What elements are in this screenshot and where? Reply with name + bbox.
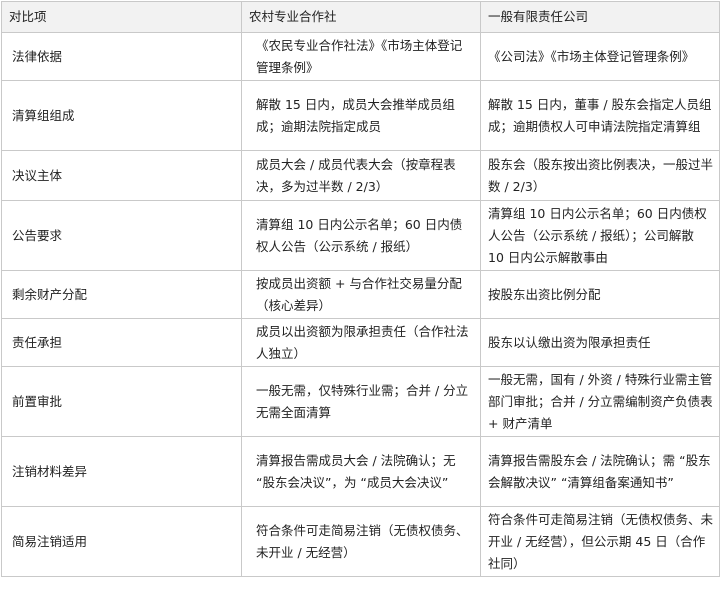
row-item: 简易注销适用 <box>1 506 242 577</box>
row-company: 按股东出资比例分配 <box>480 270 720 319</box>
row-coop: 按成员出资额 + 与合作社交易量分配（核心差异） <box>241 270 481 319</box>
comparison-table: 对比项 农村专业合作社 一般有限责任公司 法律依据 《农民专业合作社法》《市场主… <box>1 1 720 577</box>
row-company: 股东会（股东按出资比例表决，一般过半数 / 2/3） <box>480 150 720 201</box>
row-item: 决议主体 <box>1 150 242 201</box>
row-company: 清算报告需股东会 / 法院确认；需 “股东会解散决议” “清算组备案通知书” <box>480 436 720 507</box>
row-company: 符合条件可走简易注销（无债权债务、未开业 / 无经营），但公示期 45 日（合作… <box>480 506 720 577</box>
row-company: 股东以认缴出资为限承担责任 <box>480 318 720 367</box>
header-company: 一般有限责任公司 <box>480 1 720 33</box>
row-coop: 《农民专业合作社法》《市场主体登记管理条例》 <box>241 32 481 81</box>
row-coop: 清算报告需成员大会 / 法院确认；无 “股东会决议”，为 “成员大会决议” <box>241 436 481 507</box>
row-item: 清算组组成 <box>1 80 242 151</box>
header-item: 对比项 <box>1 1 242 33</box>
row-item: 责任承担 <box>1 318 242 367</box>
row-item: 剩余财产分配 <box>1 270 242 319</box>
row-item: 注销材料差异 <box>1 436 242 507</box>
table-row: 简易注销适用 符合条件可走简易注销（无债权债务、未开业 / 无经营） 符合条件可… <box>1 506 720 577</box>
table-row: 前置审批 一般无需，仅特殊行业需；合并 / 分立无需全面清算 一般无需，国有 /… <box>1 366 720 437</box>
row-coop: 符合条件可走简易注销（无债权债务、未开业 / 无经营） <box>241 506 481 577</box>
table-row: 注销材料差异 清算报告需成员大会 / 法院确认；无 “股东会决议”，为 “成员大… <box>1 436 720 507</box>
row-coop: 解散 15 日内，成员大会推举成员组成；逾期法院指定成员 <box>241 80 481 151</box>
table-row: 法律依据 《农民专业合作社法》《市场主体登记管理条例》 《公司法》《市场主体登记… <box>1 32 720 81</box>
row-company: 《公司法》《市场主体登记管理条例》 <box>480 32 720 81</box>
table-row: 责任承担 成员以出资额为限承担责任（合作社法人独立） 股东以认缴出资为限承担责任 <box>1 318 720 367</box>
table-row: 剩余财产分配 按成员出资额 + 与合作社交易量分配（核心差异） 按股东出资比例分… <box>1 270 720 319</box>
table-row: 清算组组成 解散 15 日内，成员大会推举成员组成；逾期法院指定成员 解散 15… <box>1 80 720 151</box>
row-item: 法律依据 <box>1 32 242 81</box>
header-row: 对比项 农村专业合作社 一般有限责任公司 <box>1 1 720 33</box>
row-company: 清算组 10 日内公示名单；60 日内债权人公告（公示系统 / 报纸）；公司解散… <box>480 200 720 271</box>
row-coop: 一般无需，仅特殊行业需；合并 / 分立无需全面清算 <box>241 366 481 437</box>
row-coop: 清算组 10 日内公示名单；60 日内债权人公告（公示系统 / 报纸） <box>241 200 481 271</box>
row-company: 解散 15 日内，董事 / 股东会指定人员组成；逾期债权人可申请法院指定清算组 <box>480 80 720 151</box>
row-company: 一般无需，国有 / 外资 / 特殊行业需主管部门审批；合并 / 分立需编制资产负… <box>480 366 720 437</box>
row-item: 公告要求 <box>1 200 242 271</box>
header-coop: 农村专业合作社 <box>241 1 481 33</box>
table-row: 决议主体 成员大会 / 成员代表大会（按章程表决，多为过半数 / 2/3） 股东… <box>1 150 720 201</box>
row-item: 前置审批 <box>1 366 242 437</box>
table-row: 公告要求 清算组 10 日内公示名单；60 日内债权人公告（公示系统 / 报纸）… <box>1 200 720 271</box>
row-coop: 成员以出资额为限承担责任（合作社法人独立） <box>241 318 481 367</box>
row-coop: 成员大会 / 成员代表大会（按章程表决，多为过半数 / 2/3） <box>241 150 481 201</box>
